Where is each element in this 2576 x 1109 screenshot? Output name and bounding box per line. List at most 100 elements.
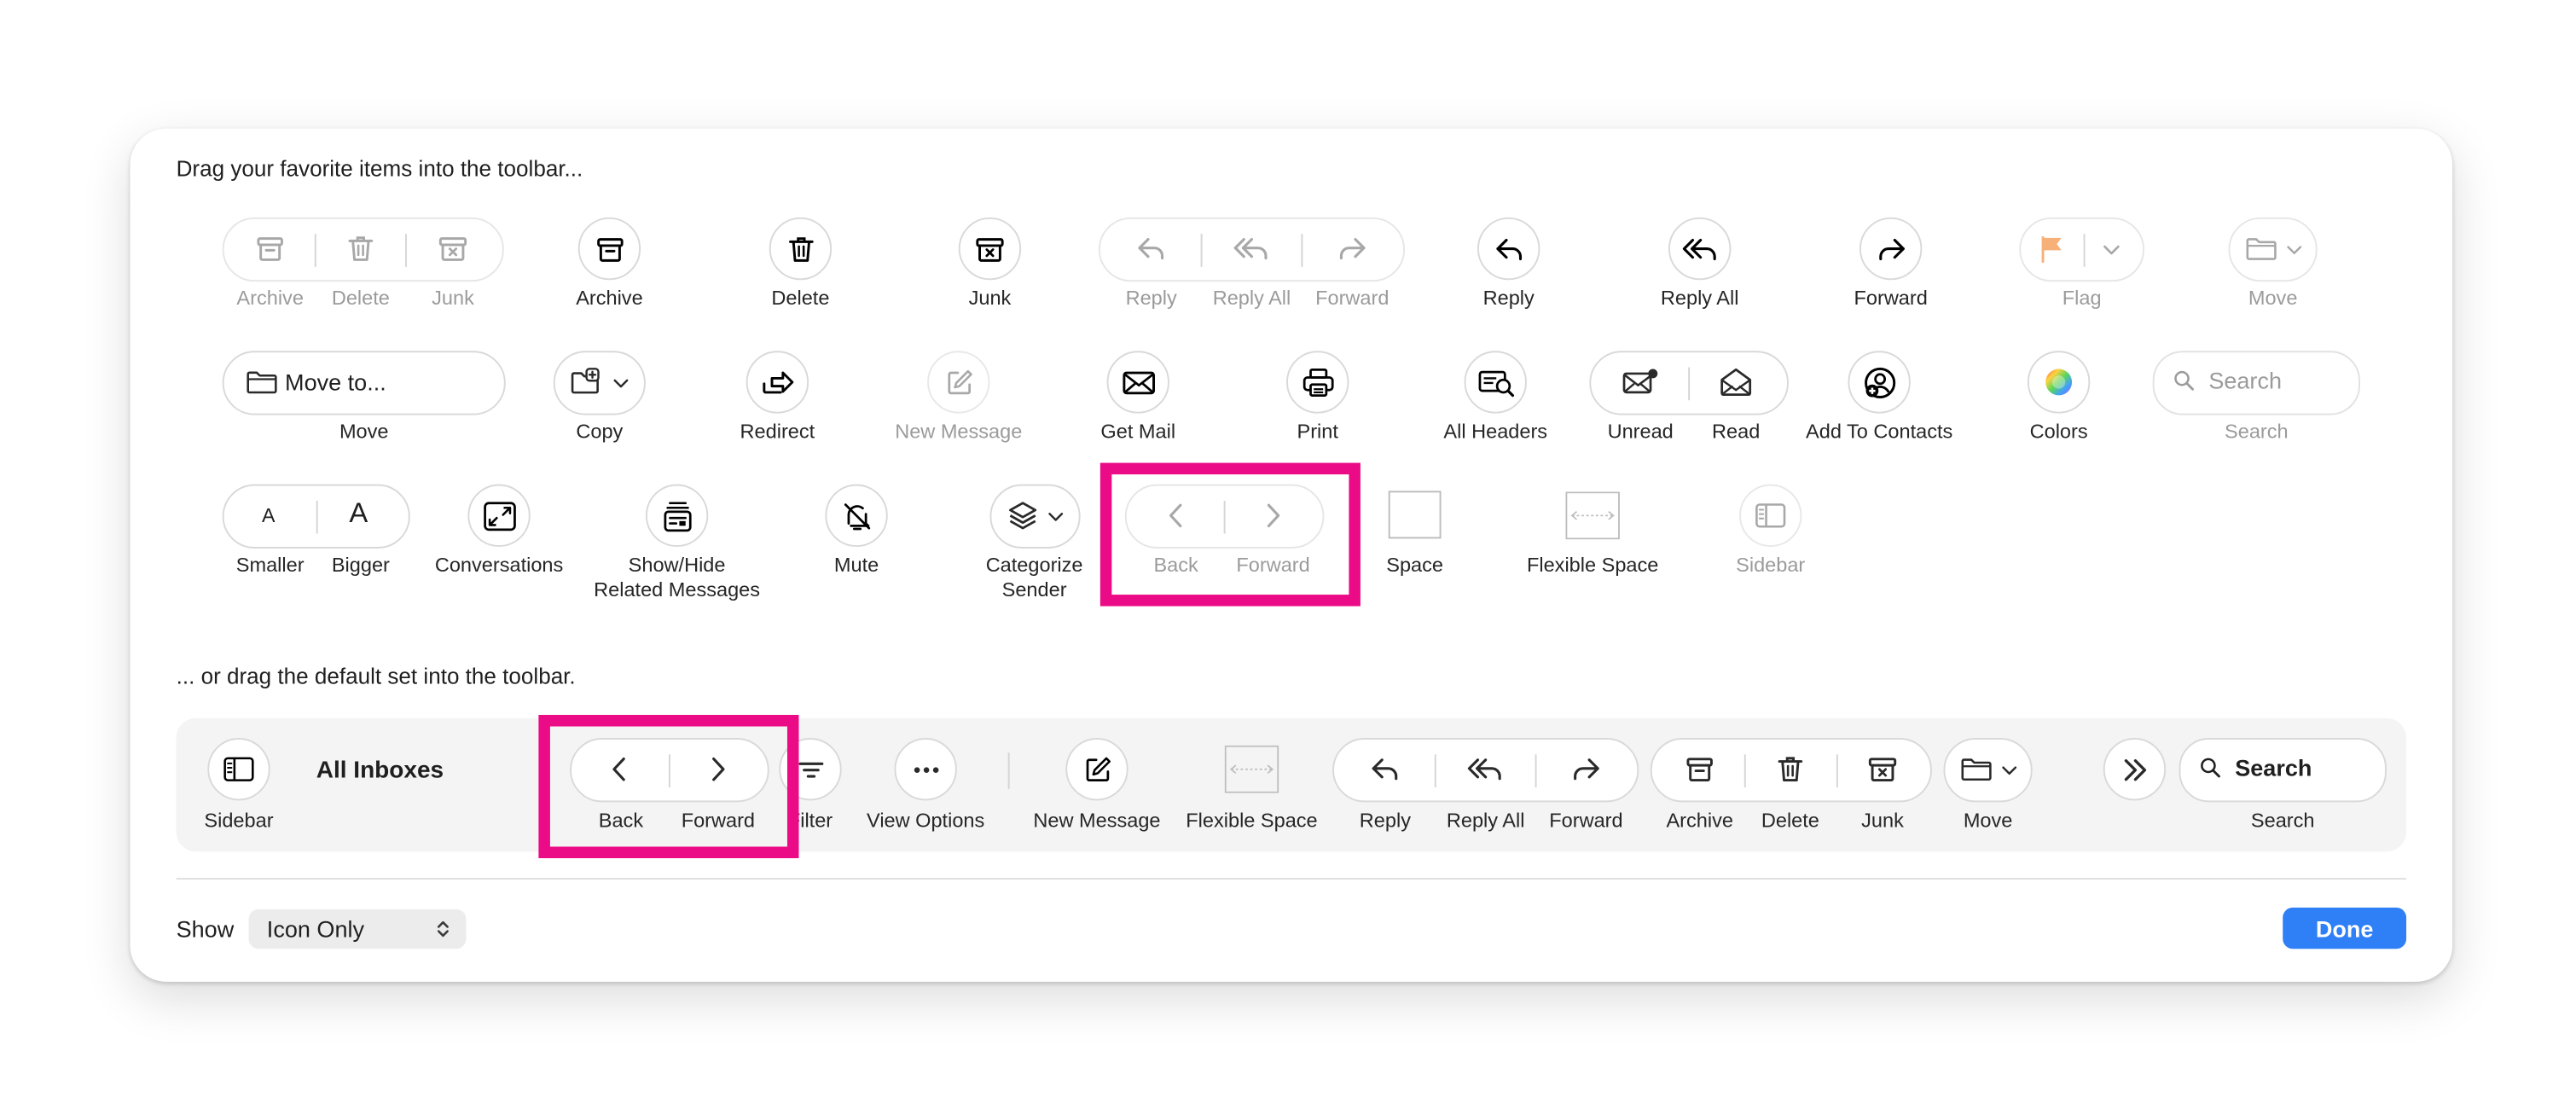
show-hide-label-line2: Related Messages <box>594 578 761 601</box>
unread-label: Unread <box>1607 420 1674 444</box>
add-to-contacts-button[interactable] <box>1848 351 1911 414</box>
reply-all-icon <box>1466 753 1504 785</box>
highlight-box <box>1099 462 1361 607</box>
conversations-label: Conversations <box>434 553 564 577</box>
redirect-label: Redirect <box>740 420 815 444</box>
customize-toolbar-sheet: Drag your favorite items into the toolba… <box>130 128 2453 982</box>
reply-label: Reply <box>1482 286 1535 311</box>
view-options-button[interactable] <box>894 738 957 801</box>
mute-button[interactable] <box>825 484 888 548</box>
footer-divider <box>176 878 2407 880</box>
overflow-button[interactable] <box>2103 738 2167 801</box>
chevron-down-icon <box>2103 244 2121 257</box>
reply-icon <box>1370 753 1401 785</box>
folder-icon <box>2245 235 2278 262</box>
unread-icon <box>1622 369 1659 397</box>
new-message-label: New Message <box>1033 809 1161 833</box>
search-icon <box>2173 369 2195 391</box>
search-label: Search <box>2250 809 2315 833</box>
trash-icon <box>345 233 377 264</box>
reply-all-label: Reply All <box>1446 809 1525 833</box>
flexible-space-icon[interactable] <box>1225 746 1279 793</box>
search-label: Search <box>2225 420 2289 444</box>
flexible-space-label: Flexible Space <box>1526 553 1659 577</box>
get-mail-button[interactable] <box>1106 351 1169 414</box>
junk-icon <box>1866 753 1900 785</box>
search-text: Search <box>2235 754 2312 781</box>
archive-label: Archive <box>1666 809 1733 833</box>
archive-label: Archive <box>576 286 643 311</box>
junk-icon <box>437 233 470 264</box>
done-button[interactable]: Done <box>2283 907 2407 949</box>
junk-label: Junk <box>1861 809 1904 833</box>
highlight-box <box>538 715 799 858</box>
conversations-button[interactable] <box>467 484 531 548</box>
read-icon <box>1719 367 1754 398</box>
search-field[interactable]: Search <box>2152 351 2360 415</box>
move-label: Move <box>1963 809 2013 833</box>
reply-label: Reply <box>1125 286 1177 311</box>
reply-all-label: Reply All <box>1212 286 1291 311</box>
print-label: Print <box>1297 420 1338 444</box>
show-hide-label-line1: Show/Hide <box>628 553 726 577</box>
default-set-text: ... or drag the default set into the too… <box>176 664 576 689</box>
search-field[interactable]: Search <box>2179 738 2387 803</box>
flag-label: Flag <box>2062 286 2102 311</box>
junk-button[interactable] <box>958 217 1022 281</box>
mute-label: Mute <box>833 553 879 577</box>
intro-text: Drag your favorite items into the toolba… <box>176 156 583 182</box>
reply-label: Reply <box>1359 809 1411 833</box>
forward-icon <box>1570 753 1602 785</box>
show-hide-related-button[interactable] <box>645 484 709 548</box>
flexible-space-icon[interactable] <box>1565 491 1620 539</box>
flag-button[interactable] <box>2019 217 2145 282</box>
folder-icon <box>1960 756 1993 782</box>
add-to-contacts-label: Add To Contacts <box>1806 420 1953 444</box>
colors-button[interactable] <box>2027 351 2091 414</box>
forward-label: Forward <box>1315 286 1390 311</box>
show-popup[interactable]: Icon Only <box>248 909 467 949</box>
delete-label: Delete <box>771 286 830 311</box>
forward-button[interactable] <box>1859 217 1923 281</box>
categorize-label-line1: Categorize <box>985 553 1083 577</box>
move-label: Move <box>339 420 389 444</box>
reply-all-label: Reply All <box>1660 286 1739 311</box>
default-toolbar[interactable]: Sidebar All Inboxes Filter Back Forward … <box>176 715 2407 858</box>
sidebar-label: Sidebar <box>204 809 274 833</box>
new-message-button[interactable] <box>1065 738 1128 801</box>
search-placeholder: Search <box>2208 367 2282 394</box>
layers-icon <box>1007 500 1039 531</box>
read-label: Read <box>1712 420 1761 444</box>
colors-label: Colors <box>2029 420 2088 444</box>
all-headers-button[interactable] <box>1464 351 1527 414</box>
print-button[interactable] <box>1286 351 1349 414</box>
reply-all-icon <box>1233 233 1270 264</box>
move-to-label: Move to... <box>285 369 386 396</box>
chevron-down-icon <box>612 378 629 390</box>
new-message-label: New Message <box>895 420 1023 444</box>
delete-button[interactable] <box>769 217 833 281</box>
forward-icon <box>1337 233 1368 264</box>
folder-icon <box>246 369 279 396</box>
categorize-label-line2: Sender <box>1001 578 1067 601</box>
show-label: Show <box>176 915 235 943</box>
delete-label: Delete <box>1761 809 1819 833</box>
smaller-label: Smaller <box>235 553 305 577</box>
bigger-glyph: A <box>349 497 368 529</box>
sidebar-button[interactable] <box>207 738 270 801</box>
archive-button[interactable] <box>577 217 641 281</box>
all-headers-label: All Headers <box>1443 420 1548 444</box>
space-item[interactable] <box>1388 491 1442 539</box>
reply-button[interactable] <box>1477 217 1540 281</box>
reply-icon <box>1135 233 1167 264</box>
redirect-button[interactable] <box>746 351 809 414</box>
view-options-label: View Options <box>867 809 985 833</box>
mailbox-title: All Inboxes <box>316 758 444 785</box>
archive-icon <box>1684 753 1715 785</box>
sidebar-button[interactable] <box>1739 484 1802 548</box>
new-message-button[interactable] <box>927 351 990 414</box>
bigger-label: Bigger <box>331 553 390 577</box>
copy-folder-icon <box>570 368 606 398</box>
chevron-down-icon <box>2001 765 2017 777</box>
reply-all-button[interactable] <box>1668 217 1732 281</box>
